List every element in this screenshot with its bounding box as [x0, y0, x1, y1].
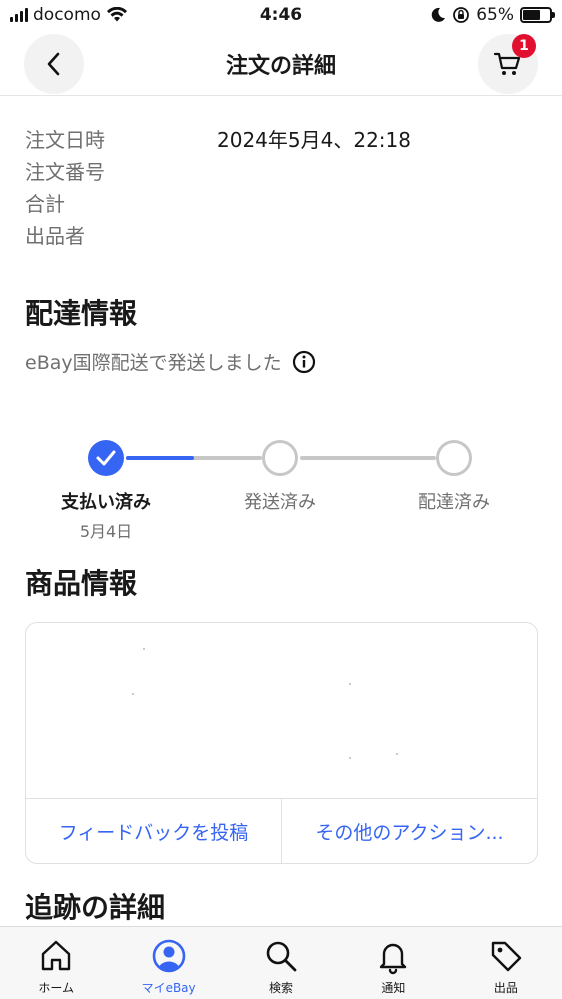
bell-icon	[380, 943, 407, 975]
info-icon[interactable]	[292, 350, 316, 374]
shipping-progress-tracker: 支払い済み 5月4日 発送済み 配達済み	[0, 440, 562, 550]
order-total-row: 合計	[25, 186, 545, 218]
page-header: 注文の詳細 1	[0, 34, 562, 96]
status-bar: docomo 4:46 65%	[0, 0, 562, 34]
shipping-note-text: eBay国際配送で発送しました	[25, 352, 282, 374]
tab-sell-label: 出品	[493, 981, 518, 995]
bottom-tab-bar: ホーム マイeBay 検索 通知 出品	[0, 926, 562, 999]
order-date-label: 注文日時	[25, 127, 105, 152]
moon-icon	[431, 7, 446, 22]
item-actions: フィードバックを投稿 その他のアクション...	[26, 799, 537, 863]
search-icon	[266, 941, 297, 972]
step-delivered-circle	[436, 440, 472, 476]
tab-my-ebay-label: マイeBay	[141, 981, 196, 995]
tab-sell[interactable]: 出品	[450, 927, 562, 999]
tab-notifications[interactable]: 通知	[337, 927, 449, 999]
shipping-note: eBay国際配送で発送しました	[25, 348, 316, 375]
track-line-1-progress	[126, 456, 194, 460]
step-paid-check	[88, 440, 124, 476]
step-shipped-circle	[262, 440, 298, 476]
item-card: フィードバックを投稿 その他のアクション...	[25, 622, 538, 864]
order-seller-label: 出品者	[25, 223, 85, 248]
step-paid-date: 5月4日	[79, 522, 133, 541]
tab-notifications-label: 通知	[381, 981, 406, 995]
cart-count-badge: 1	[512, 34, 536, 58]
order-total-label: 合計	[25, 191, 65, 216]
track-line-2	[300, 456, 436, 460]
profile-icon	[152, 939, 185, 973]
tab-search-label: 検索	[269, 981, 294, 995]
step-shipped-label: 発送済み	[244, 492, 316, 513]
order-date-value: 2024年5月4、22:18	[217, 127, 411, 152]
tab-search[interactable]: 検索	[225, 927, 337, 999]
step-paid-label: 支払い済み	[61, 492, 151, 513]
status-icons: 65%	[430, 5, 555, 25]
shipping-section-title: 配達情報	[25, 297, 138, 330]
tab-my-ebay[interactable]: マイeBay	[112, 927, 224, 999]
post-feedback-button[interactable]: フィードバックを投稿	[26, 799, 281, 863]
battery-icon	[520, 7, 555, 23]
home-icon	[42, 940, 71, 971]
tab-home[interactable]: ホーム	[0, 927, 112, 999]
tab-home-label: ホーム	[38, 981, 75, 995]
step-delivered-label: 配達済み	[418, 492, 490, 513]
order-seller-row: 出品者	[25, 218, 545, 250]
cart-button[interactable]: 1	[478, 34, 538, 94]
item-section-title: 商品情報	[25, 567, 138, 600]
order-date-row: 注文日時 2024年5月4、22:18	[25, 122, 545, 154]
order-summary: 注文日時 2024年5月4、22:18 注文番号 合計 出品者	[25, 122, 545, 250]
battery-percent: 65%	[476, 5, 514, 25]
tracking-section-title: 追跡の詳細	[25, 891, 166, 924]
item-details[interactable]	[26, 623, 537, 799]
more-actions-button[interactable]: その他のアクション...	[281, 799, 537, 863]
tag-icon	[491, 941, 522, 972]
rotation-lock-icon	[453, 7, 470, 23]
order-number-row: 注文番号	[25, 154, 545, 186]
checkmark-icon	[96, 450, 116, 466]
order-number-label: 注文番号	[25, 159, 105, 184]
